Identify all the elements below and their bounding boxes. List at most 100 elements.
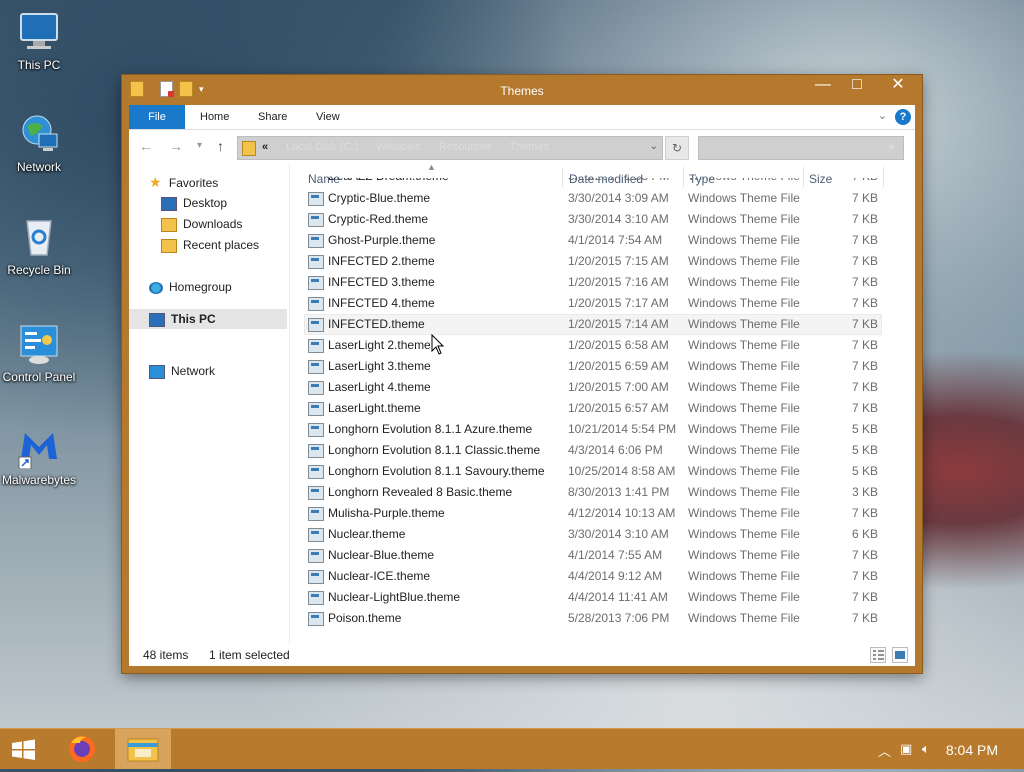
table-row[interactable]: INFECTED 3.theme 1/20/2015 7:16 AM Windows… [304, 272, 882, 293]
file-date: 3/28/2014 1:33 PM [568, 178, 669, 187]
desktop-icon-malwarebytes[interactable]: Malwarebytes [0, 425, 78, 487]
computer-icon [149, 312, 165, 327]
forward-arrow-icon[interactable]: → [169, 138, 183, 154]
breadcrumb-overflow[interactable]: « [262, 141, 268, 153]
table-row[interactable]: Longhorn Evolution 8.1.1 Classic.theme 4/… [304, 440, 882, 461]
help-button[interactable]: ? [895, 109, 911, 125]
tab-file[interactable]: File [129, 105, 185, 129]
theme-file-icon [308, 234, 324, 248]
file-type: Windows Theme File [688, 548, 800, 562]
start-button[interactable] [6, 735, 40, 765]
nav-label: This PC [171, 312, 216, 326]
table-row[interactable]: DeaAZZ Dream.theme 3/28/2014 1:33 PM Win… [304, 178, 882, 188]
file-name: Nuclear.theme [328, 527, 406, 541]
desktop-icon-label: This PC [17, 58, 61, 72]
theme-file-icon [308, 255, 324, 269]
nav-homegroup[interactable]: Homegroup [149, 277, 232, 297]
volume-icon[interactable]: 🔈︎ [922, 741, 930, 757]
chevron-down-icon[interactable]: ⌄ [650, 141, 658, 152]
nav-recent-places[interactable]: Recent places [161, 235, 259, 255]
desktop-icon-recycle-bin[interactable]: Recycle Bin [0, 215, 78, 277]
search-input[interactable]: ⌕ [698, 136, 904, 160]
close-button[interactable]: ✕ [874, 75, 922, 97]
file-size: 7 KB [852, 178, 878, 187]
file-date: 4/4/2014 9:12 AM [568, 569, 663, 583]
details-view-button[interactable] [870, 647, 886, 663]
tab-share[interactable]: Share [258, 105, 287, 129]
taskbar-firefox[interactable] [54, 729, 110, 769]
minimize-button[interactable]: — [806, 75, 840, 97]
file-size: 5 KB [852, 443, 879, 457]
table-row[interactable]: Nuclear.theme 3/30/2014 3:10 AM Windows Th… [304, 524, 882, 545]
up-arrow-icon[interactable]: ↑ [217, 138, 224, 154]
refresh-button[interactable]: ↻ [665, 136, 689, 160]
expand-ribbon-chevron-icon[interactable]: ⌄ [878, 109, 887, 122]
clock[interactable]: 8:04 PM [946, 742, 998, 758]
table-row[interactable]: Longhorn Evolution 8.1.1 Azure.theme 10/2… [304, 419, 882, 440]
table-row[interactable]: LaserLight 3.theme 1/20/2015 6:59 AM Windo… [304, 356, 882, 377]
file-type: Windows Theme File [688, 191, 800, 205]
nav-this-pc[interactable]: This PC [129, 309, 287, 329]
table-row[interactable]: Nuclear-LightBlue.theme 4/4/2014 11:41 AM… [304, 587, 882, 608]
nav-network[interactable]: Network [149, 361, 215, 381]
file-size: 3 KB [852, 485, 879, 499]
folder-icon [242, 141, 256, 156]
tab-home[interactable]: Home [200, 105, 229, 129]
ribbon-tabs: File Home Share View ⌄ ? [129, 105, 915, 130]
file-type: Windows Theme File [688, 338, 800, 352]
table-row[interactable]: Cryptic-Blue.theme 3/30/2014 3:09 AM Windo… [304, 188, 882, 209]
file-size: 7 KB [852, 233, 879, 247]
table-row[interactable]: Longhorn Revealed 8 Basic.theme 8/30/2013… [304, 482, 882, 503]
table-row[interactable]: Cryptic-Red.theme 3/30/2014 3:10 AM Window… [304, 209, 882, 230]
tab-view[interactable]: View [316, 105, 340, 129]
title-bar[interactable]: ▾ Themes — □ ✕ [122, 75, 922, 105]
navigation-bar: ← → ▾ ↑ « Local Disk (C:) Windows Resour… [129, 130, 915, 164]
breadcrumb-item[interactable]: Windows [376, 141, 421, 153]
table-row[interactable]: Nuclear-Blue.theme 4/1/2014 7:55 AM Window… [304, 545, 882, 566]
table-row[interactable]: INFECTED 2.theme 1/20/2015 7:15 AM Windows… [304, 251, 882, 272]
star-icon: ★ [149, 174, 162, 190]
malwarebytes-icon [17, 425, 61, 470]
back-arrow-icon[interactable]: ← [139, 138, 153, 154]
desktop-icon-this-pc[interactable]: This PC [0, 10, 78, 72]
nav-desktop[interactable]: Desktop [161, 193, 227, 213]
table-row[interactable]: Nuclear-ICE.theme 4/4/2014 9:12 AM Windows… [304, 566, 882, 587]
table-row[interactable]: LaserLight 2.theme 1/20/2015 6:58 AM Windo… [304, 335, 882, 356]
table-row[interactable]: LaserLight 4.theme 1/20/2015 7:00 AM Windo… [304, 377, 882, 398]
desktop-icon-network[interactable]: Network [0, 112, 78, 174]
file-type: Windows Theme File [688, 464, 800, 478]
file-type: Windows Theme File [688, 611, 800, 625]
nav-downloads[interactable]: Downloads [161, 214, 242, 234]
breadcrumb-item[interactable]: Local Disk (C:) [286, 141, 358, 153]
file-name: Mulisha-Purple.theme [328, 506, 445, 520]
recent-places-icon [161, 238, 177, 253]
large-icons-view-button[interactable] [892, 647, 908, 663]
explorer-window: ▾ Themes — □ ✕ File Home Share View ⌄ ? … [122, 75, 922, 673]
file-date: 1/20/2015 7:15 AM [568, 254, 669, 268]
taskbar-file-explorer[interactable] [115, 729, 171, 769]
nav-favorites[interactable]: ★ Favorites [149, 172, 218, 192]
window-title: Themes [500, 84, 544, 98]
table-row[interactable]: INFECTED 4.theme 1/20/2015 7:17 AM Windows… [304, 293, 882, 314]
table-row[interactable]: INFECTED.theme 1/20/2015 7:14 AM Windows T… [304, 314, 882, 335]
file-date: 1/20/2015 6:59 AM [568, 359, 669, 373]
network-status-icon[interactable]: ▣ [900, 741, 912, 757]
file-type: Windows Theme File [688, 359, 800, 373]
table-row[interactable]: Longhorn Evolution 8.1.1 Savoury.theme 10… [304, 461, 882, 482]
details-view-icon [873, 650, 884, 660]
theme-file-icon [308, 213, 324, 227]
address-bar[interactable]: « Local Disk (C:) Windows Resources Them… [237, 136, 663, 160]
breadcrumb-item[interactable]: Themes [509, 141, 549, 153]
table-row[interactable]: LaserLight.theme 1/20/2015 6:57 AM Windows… [304, 398, 882, 419]
table-row[interactable]: Poison.theme 5/28/2013 7:06 PM Windows The… [304, 608, 882, 629]
file-type: Windows Theme File [688, 233, 800, 247]
show-hidden-icons-chevron-icon[interactable]: ︿ [878, 741, 891, 760]
table-row[interactable]: Mulisha-Purple.theme 4/12/2014 10:13 AM Wi… [304, 503, 882, 524]
desktop-icon-control-panel[interactable]: Control Panel [0, 322, 78, 384]
breadcrumb-item[interactable]: Resources [439, 141, 492, 153]
file-size: 5 KB [852, 422, 879, 436]
recent-locations-chevron-icon[interactable]: ▾ [197, 140, 202, 151]
maximize-button[interactable]: □ [840, 75, 874, 97]
table-row[interactable]: Ghost-Purple.theme 4/1/2014 7:54 AM Window… [304, 230, 882, 251]
file-size: 7 KB [852, 569, 879, 583]
